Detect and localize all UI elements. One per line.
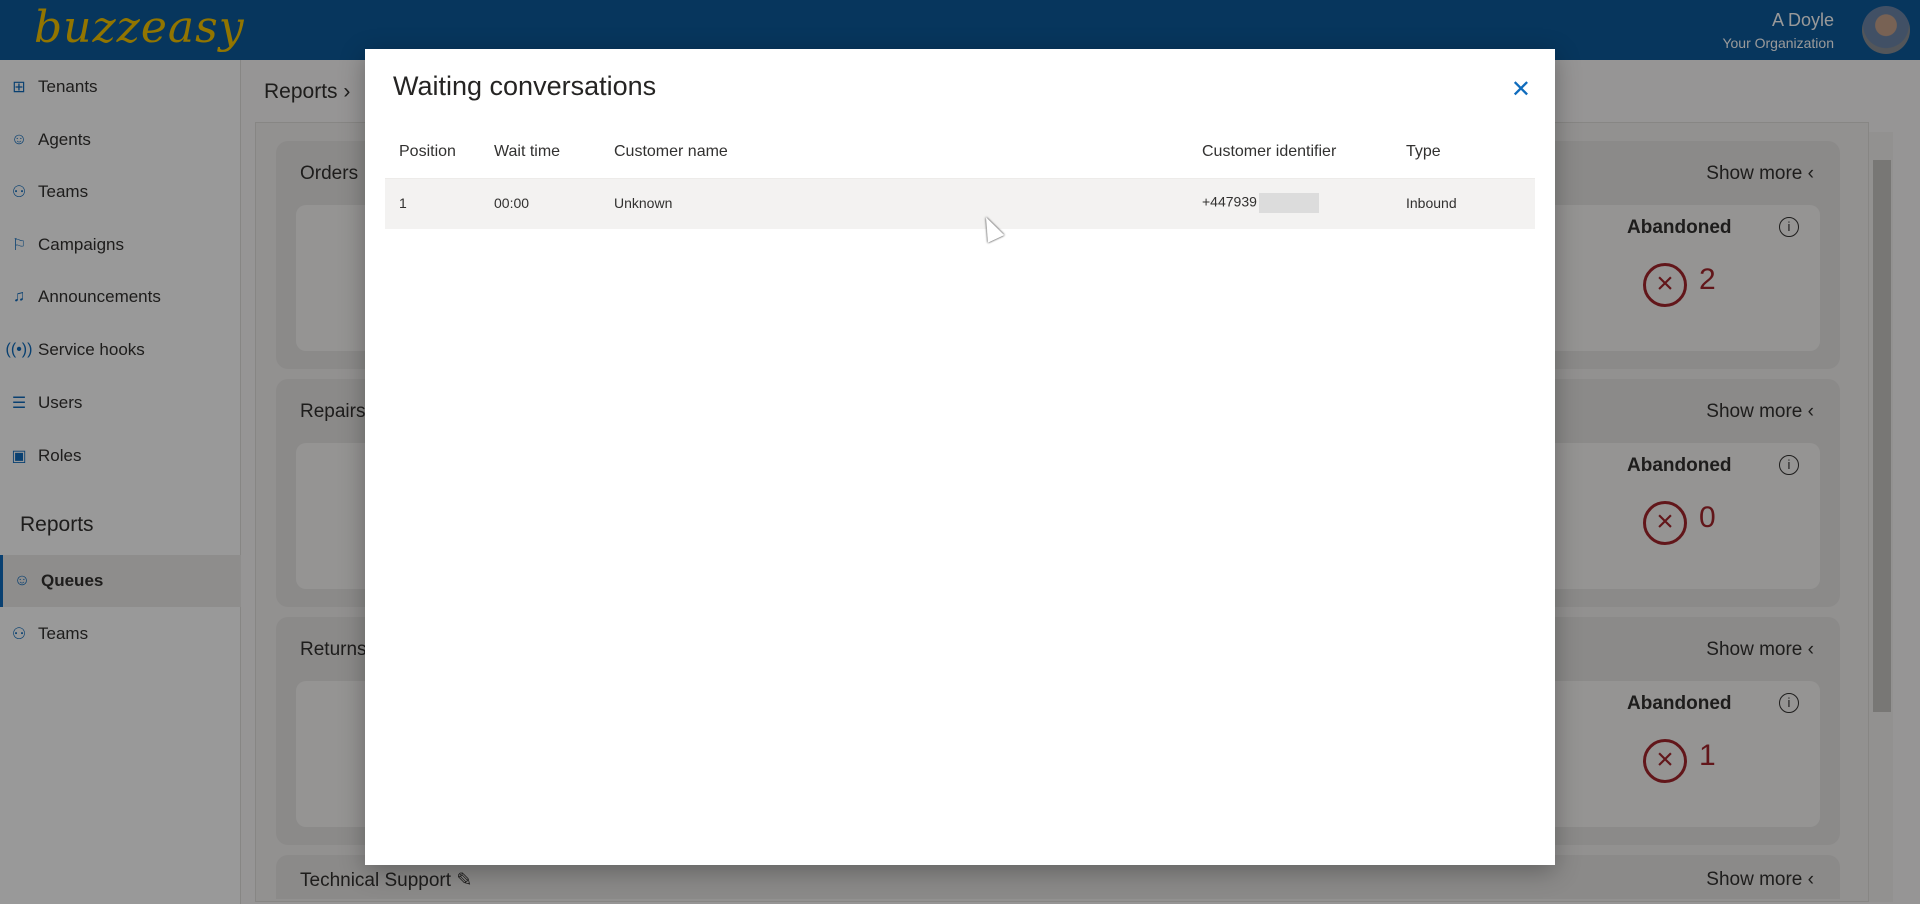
cell-customer-identifier: +447939 bbox=[1202, 193, 1319, 213]
cell-type: Inbound bbox=[1406, 195, 1457, 211]
close-icon[interactable]: ✕ bbox=[1511, 75, 1531, 104]
cell-customer-name: Unknown bbox=[614, 195, 673, 211]
column-header-type[interactable]: Type bbox=[1406, 143, 1441, 161]
column-header-customer-identifier[interactable]: Customer identifier bbox=[1202, 143, 1336, 161]
redacted-block bbox=[1258, 193, 1319, 213]
waiting-conversations-dialog: Waiting conversations ✕ Position Wait ti… bbox=[365, 49, 1555, 865]
table-row[interactable]: 1 00:00 Unknown +447939 Inbound bbox=[385, 178, 1535, 229]
dialog-title: Waiting conversations bbox=[393, 71, 657, 101]
column-header-customer-name[interactable]: Customer name bbox=[614, 143, 728, 161]
column-header-position[interactable]: Position bbox=[399, 143, 456, 161]
cell-wait-time: 00:00 bbox=[494, 195, 530, 211]
column-header-wait-time[interactable]: Wait time bbox=[494, 143, 560, 161]
cell-position: 1 bbox=[399, 195, 407, 211]
